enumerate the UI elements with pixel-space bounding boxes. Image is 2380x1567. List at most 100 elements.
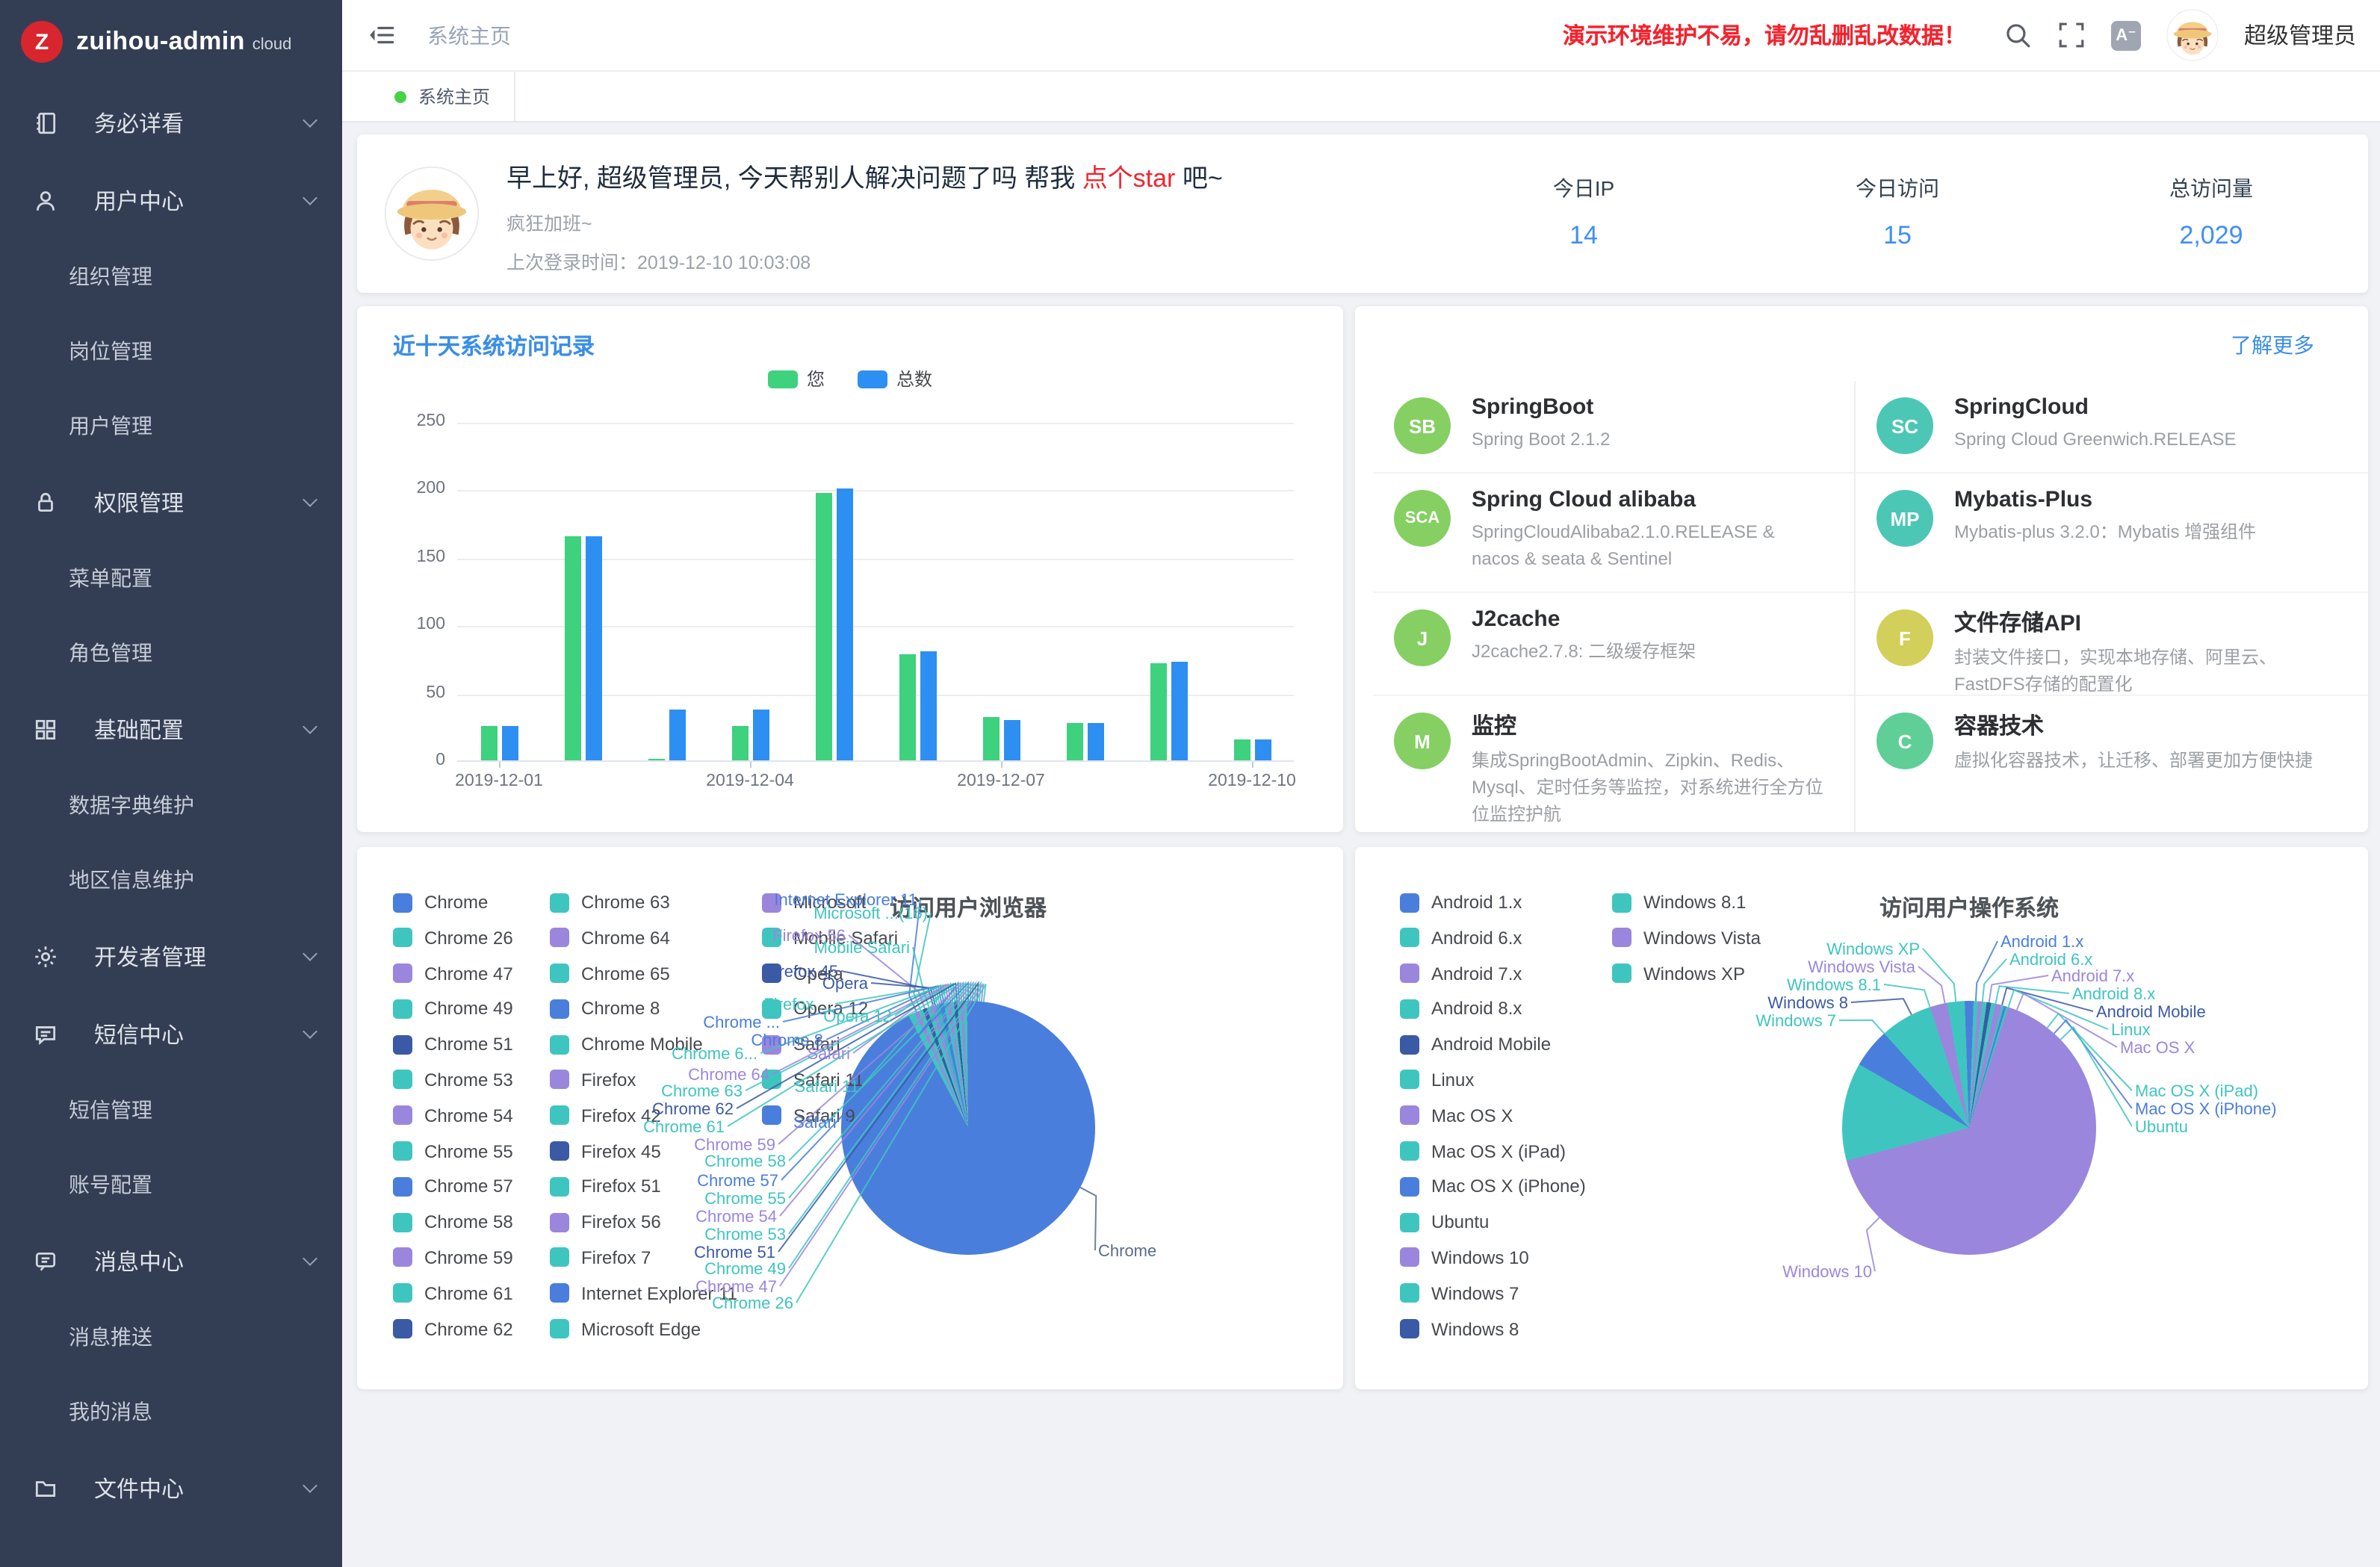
legend-item[interactable]: Chrome 47 [393,963,513,984]
legend-item[interactable]: Windows 7 [1400,1283,1586,1304]
sidebar-subitem[interactable]: 短信管理 [0,1073,342,1147]
legend-item[interactable]: Windows XP [1612,963,1761,984]
learn-more-link[interactable]: 了解更多 [2231,330,2314,360]
legend-swatch [1400,999,1419,1019]
x-axis-label: 2019-12-04 [683,772,817,790]
legend-swatch [1400,1070,1419,1090]
sidebar-subitem[interactable]: 岗位管理 [0,314,342,388]
font-size-icon[interactable]: A⁻ [2111,20,2141,50]
legend-item[interactable]: Chrome 61 [393,1283,513,1304]
legend-item[interactable]: 您 [768,366,825,391]
sidebar-subitem[interactable]: 消息推送 [0,1300,342,1374]
sidebar-item-label: 务必详看 [94,107,184,138]
legend-item[interactable]: Windows 8 [1400,1318,1586,1339]
sidebar-item[interactable]: 用户中心 [0,161,342,239]
tech-desc: J2cache2.7.8: 二级缓存框架 [1472,638,1696,665]
sidebar-item[interactable]: 消息中心 [0,1222,342,1300]
legend-swatch [550,1248,569,1267]
legend-item[interactable]: Android 7.x [1400,963,1586,984]
star-link[interactable]: 点个star [1082,164,1176,193]
sidebar-item[interactable]: 短信中心 [0,995,342,1073]
legend-swatch [393,1319,412,1338]
legend-item[interactable]: Mac OS X [1400,1105,1586,1126]
username[interactable]: 超级管理员 [2244,19,2356,51]
breadcrumb[interactable]: 系统主页 [427,20,511,50]
search-icon[interactable] [2004,21,2032,49]
tech-item: MPMybatis-PlusMybatis-plus 3.2.0：Mybatis… [1856,474,2368,593]
os-pie-card: 访问用户操作系统 Android 1.xAndroid 6.xAndroid 7… [1355,847,2368,1389]
legend-item[interactable]: Android 8.x [1400,999,1586,1020]
legend-item[interactable]: Android 1.x [1400,892,1586,913]
sidebar-subitem[interactable]: 菜单配置 [0,541,342,615]
legend-item[interactable]: Chrome 54 [393,1105,513,1126]
legend-item[interactable]: Ubuntu [1400,1211,1586,1232]
sidebar-subitem[interactable]: 用户管理 [0,388,342,463]
legend-item[interactable]: Chrome 62 [393,1318,513,1339]
avatar[interactable] [2166,9,2219,61]
legend-item[interactable]: Chrome 65 [550,963,737,984]
legend-item[interactable]: Mac OS X (iPhone) [1400,1176,1586,1197]
legend-item[interactable]: Linux [1400,1070,1586,1090]
legend-swatch [1400,964,1419,983]
sidebar-subitem[interactable]: 角色管理 [0,615,342,690]
grid-line [457,559,1294,560]
legend-swatch [550,1319,569,1338]
legend-item[interactable]: Chrome 63 [550,892,737,913]
pie-callout-label: Chrome 54 [695,1208,777,1226]
notebook-icon [33,110,58,135]
legend-item[interactable]: Chrome 64 [550,928,737,949]
legend-item[interactable]: Chrome 55 [393,1141,513,1161]
legend-item[interactable]: Mac OS X (iPad) [1400,1141,1586,1161]
collapse-sidebar-icon[interactable] [368,21,396,49]
fullscreen-icon[interactable] [2057,21,2086,49]
app-title: zuihou-admin [76,27,245,57]
sidebar-item[interactable]: 文件中心 [0,1449,342,1527]
legend-swatch [858,370,887,388]
y-axis-label: 250 [388,412,445,430]
chart-legend: 您 总数 [357,366,1343,391]
bar [1087,724,1103,760]
sidebar-subitem[interactable]: 账号配置 [0,1147,342,1222]
bar [585,536,601,760]
tech-item: C容器技术虚拟化容器技术，让迁移、部署更加方便快捷 [1856,696,2368,832]
sidebar-item[interactable]: 权限管理 [0,463,342,541]
tech-title: SpringCloud [1954,394,2237,420]
pie-callout-label: Chrome 61 [643,1119,725,1137]
app-logo[interactable]: Z zuihou-admin cloud [0,0,342,84]
sms-icon [33,1021,58,1046]
y-axis-label: 200 [388,480,445,498]
pie-callout-label: Chrome [1098,1243,1156,1261]
legend-item[interactable]: Windows 10 [1400,1247,1586,1268]
sidebar-subitem[interactable]: 我的消息 [0,1374,342,1449]
legend-item[interactable]: Android 6.x [1400,928,1586,949]
sidebar-subitem[interactable]: 数据字典维护 [0,768,342,843]
legend-item[interactable]: 总数 [858,366,932,391]
legend-swatch [393,1177,412,1197]
pie-callout-label: Mobile Safari [814,940,910,958]
tab-home[interactable]: 系统主页 [371,72,515,121]
legend-item[interactable]: Windows Vista [1612,928,1761,949]
chevron-down-icon [303,946,317,961]
pie-callout-label: Chrome 53 [704,1226,786,1244]
sidebar-subitem[interactable]: 地区信息维护 [0,843,342,917]
legend-swatch [393,1034,412,1054]
pie-callout-label: Opera [822,975,868,993]
legend-item[interactable]: Android Mobile [1400,1034,1586,1055]
sidebar-item[interactable]: 开发者管理 [0,917,342,995]
avatar [384,166,480,261]
sidebar-item-label: 消息中心 [94,1245,184,1276]
legend-item[interactable]: Chrome 58 [393,1211,513,1232]
legend-item[interactable]: Chrome 59 [393,1247,513,1268]
legend-item[interactable]: Chrome 57 [393,1176,513,1197]
legend-item[interactable]: Chrome 49 [393,999,513,1020]
legend-item[interactable]: Chrome 26 [393,928,513,949]
legend-item[interactable]: Chrome 53 [393,1070,513,1090]
sidebar-item[interactable]: 基础配置 [0,690,342,768]
legend-item[interactable]: Chrome 51 [393,1034,513,1055]
sidebar-subitem[interactable]: 组织管理 [0,239,342,314]
sidebar-item[interactable]: 务必详看 [0,84,342,161]
legend-item[interactable]: Windows 8.1 [1612,892,1761,913]
legend-swatch [550,999,569,1019]
legend-item[interactable]: Chrome [393,892,513,913]
legend-item[interactable]: Microsoft Edge [550,1318,737,1339]
